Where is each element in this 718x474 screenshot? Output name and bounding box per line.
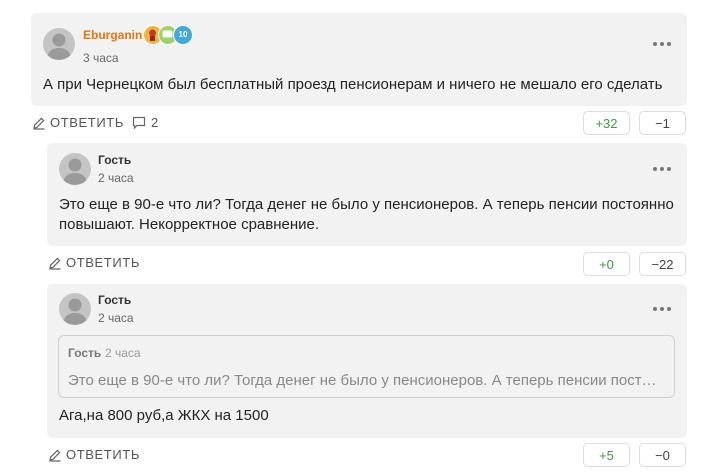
comment-time: 2 часа [98,171,134,185]
user-silhouette-icon [63,158,87,185]
comment-text: А при Чернецком был бесплатный проезд пе… [43,76,663,93]
reply-button[interactable]: ОТВЕТИТЬ [48,255,140,270]
reply-button[interactable]: ОТВЕТИТЬ [32,115,124,130]
more-options-icon[interactable] [653,42,673,48]
comment-card: Гость 2 часа Это еще в 90-е что ли? Тогд… [47,143,687,246]
user-badges: 10 [143,25,199,45]
quote-time: 2 часа [105,346,141,360]
upvote-button[interactable]: +32 [583,111,630,135]
upvote-button[interactable]: +0 [583,252,630,276]
replies-count: 2 [151,115,159,130]
comment-time: 2 часа [98,311,134,325]
comment-text: Ага,на 800 руб,а ЖКХ на 1500 [59,407,269,424]
replies-count-button[interactable]: 2 [132,115,158,130]
reply-button[interactable]: ОТВЕТИТЬ [48,447,140,462]
avatar[interactable] [59,293,91,325]
reply-label: ОТВЕТИТЬ [66,447,140,462]
comment-card: Гость 2 часа Гость 2 часа Это еще в 90-е… [47,284,687,438]
reply-label: ОТВЕТИТЬ [66,255,140,270]
quote-text: Это еще в 90-е что ли? Тогда денег не бы… [68,372,663,389]
quoted-comment[interactable]: Гость 2 часа Это еще в 90-е что ли? Тогд… [58,335,675,398]
downvote-button[interactable]: −0 [639,443,686,467]
chat-bubble-icon [132,116,146,129]
user-silhouette-icon [47,33,71,60]
quote-author: Гость [68,346,102,360]
comment-author[interactable]: Гость [98,293,131,307]
user-silhouette-icon [63,298,87,325]
more-options-icon[interactable] [653,167,673,173]
comment-card: Eburganin 10 3 часа А при Чернецком был … [31,13,687,106]
avatar[interactable] [43,28,75,60]
pencil-icon [49,449,61,462]
avatar[interactable] [59,153,91,185]
downvote-button[interactable]: −1 [639,111,686,135]
pencil-icon [33,117,45,130]
comment-time: 3 часа [83,51,119,65]
comment-author[interactable]: Гость [98,153,131,167]
upvote-button[interactable]: +5 [583,443,630,467]
downvote-button[interactable]: −22 [639,252,686,276]
more-options-icon[interactable] [653,307,673,313]
reply-label: ОТВЕТИТЬ [50,115,124,130]
pencil-icon [49,257,61,270]
comment-text: Это еще в 90-е что ли? Тогда денег не бы… [59,196,674,233]
comment-count-badge-icon: 10 [173,25,193,45]
comment-author[interactable]: Eburganin [83,28,142,42]
